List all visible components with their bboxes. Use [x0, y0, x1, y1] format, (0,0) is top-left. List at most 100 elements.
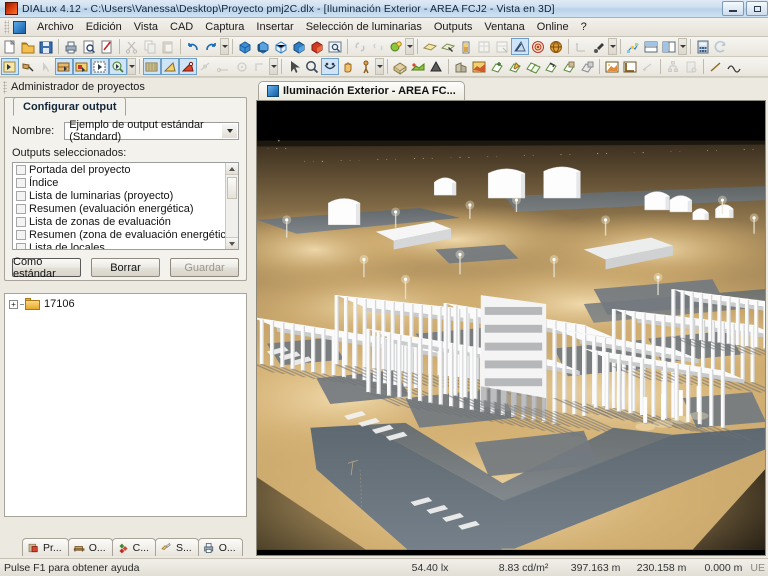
list-item[interactable]: Índice	[13, 176, 238, 189]
copy-surface-icon[interactable]	[524, 58, 542, 75]
corner-view-icon[interactable]	[254, 38, 272, 55]
surface-pick-icon[interactable]	[439, 38, 457, 55]
menu-captura[interactable]: Captura	[199, 19, 250, 36]
edit-surface-icon[interactable]	[506, 58, 524, 75]
isolines-icon[interactable]	[529, 38, 547, 55]
polyline-icon[interactable]	[725, 58, 743, 75]
building-icon[interactable]	[452, 58, 470, 75]
delete-surface-icon[interactable]	[578, 58, 596, 75]
clear-button[interactable]: Borrar	[91, 258, 160, 277]
split-vertical-icon[interactable]	[660, 38, 678, 55]
select-rect-icon[interactable]	[91, 58, 109, 75]
angle-snap-icon[interactable]	[161, 58, 179, 75]
particles-icon[interactable]	[624, 38, 642, 55]
render-view-icon[interactable]	[308, 38, 326, 55]
terrain-icon[interactable]	[409, 58, 427, 75]
toolbar-overflow-1[interactable]	[220, 38, 229, 55]
outputs-listbox[interactable]: Portada del proyecto Índice Lista de lumin…	[12, 162, 239, 250]
texture-icon[interactable]	[470, 58, 488, 75]
scroll-up-icon[interactable]	[226, 163, 238, 175]
checkbox-icon[interactable]	[16, 229, 26, 240]
restore-button[interactable]	[746, 1, 768, 16]
menu-grip[interactable]	[4, 20, 9, 34]
calculator-icon[interactable]	[694, 38, 712, 55]
pointer-icon[interactable]	[285, 58, 303, 75]
menu-edicion[interactable]: Edición	[80, 19, 128, 36]
pan-hand-icon[interactable]	[339, 58, 357, 75]
3d-viewport[interactable]	[256, 100, 766, 556]
list-item[interactable]: Lista de locales	[13, 241, 238, 249]
checkbox-icon[interactable]	[16, 177, 26, 188]
calc-light-icon[interactable]	[387, 38, 405, 55]
new-document-icon[interactable]	[1, 38, 19, 55]
output-name-select[interactable]: Ejemplo de output estándar (Standard)	[64, 119, 239, 143]
list-item[interactable]: Resumen (evaluación energética)	[13, 202, 238, 215]
surface-icon[interactable]	[421, 38, 439, 55]
select-zone-icon[interactable]	[73, 58, 91, 75]
zoom-icon[interactable]	[303, 58, 321, 75]
menu-seleccion-luminarias[interactable]: Selección de luminarias	[300, 19, 428, 36]
select-room-icon[interactable]	[55, 58, 73, 75]
print-icon[interactable]	[62, 38, 80, 55]
shaded-view-icon[interactable]	[290, 38, 308, 55]
list-item[interactable]: Lista de luminarias (proyecto)	[13, 189, 238, 202]
scroll-down-icon[interactable]	[226, 237, 238, 249]
panel-tab-2[interactable]: C...	[111, 538, 156, 556]
walk-icon[interactable]	[357, 58, 375, 75]
menu-archivo[interactable]: Archivo	[31, 19, 80, 36]
toolbar-overflow-4[interactable]	[678, 38, 687, 55]
toolbar-overflow-5[interactable]	[127, 58, 136, 75]
corner-plane-icon[interactable]	[621, 58, 639, 75]
select-magnify-icon[interactable]	[109, 58, 127, 75]
print-preview-icon[interactable]	[80, 38, 98, 55]
new-surface-icon[interactable]	[488, 58, 506, 75]
set-as-default-button[interactable]: Como estándar	[12, 256, 81, 280]
menu-ventana[interactable]: Ventana	[478, 19, 530, 36]
toolbar-overflow-7[interactable]	[375, 58, 384, 75]
save-disk-icon[interactable]	[37, 38, 55, 55]
image-plane-icon[interactable]	[603, 58, 621, 75]
checkbox-icon[interactable]	[16, 216, 26, 227]
checkbox-icon[interactable]	[16, 164, 26, 175]
flashlight-icon[interactable]	[590, 38, 608, 55]
checkbox-icon[interactable]	[16, 190, 26, 201]
minimize-button[interactable]	[722, 1, 744, 16]
zoom-window-icon[interactable]	[326, 38, 344, 55]
menu-help[interactable]: ?	[575, 19, 593, 36]
select-object-icon[interactable]	[1, 58, 19, 75]
document-tab-iluminacion-exterior[interactable]: Iluminación Exterior - AREA FC...	[258, 81, 465, 100]
open-folder-icon[interactable]	[19, 38, 37, 55]
rotate-view-icon[interactable]	[321, 58, 339, 75]
paste-surface-icon[interactable]	[560, 58, 578, 75]
move-surface-icon[interactable]	[542, 58, 560, 75]
redo-icon[interactable]	[202, 38, 220, 55]
wireframe-view-icon[interactable]	[272, 38, 290, 55]
globe-render-icon[interactable]	[547, 38, 565, 55]
pane-grip[interactable]	[3, 81, 7, 94]
select-luminaire-icon[interactable]	[19, 58, 37, 75]
menu-cad[interactable]: CAD	[164, 19, 199, 36]
expander-icon[interactable]: +	[9, 299, 18, 309]
solid-view-icon[interactable]	[236, 38, 254, 55]
split-horizontal-icon[interactable]	[642, 38, 660, 55]
toolbar-overflow-2[interactable]	[405, 38, 414, 55]
menu-vista[interactable]: Vista	[128, 19, 164, 36]
panel-tab-1[interactable]: O...	[67, 538, 113, 556]
checkbox-icon[interactable]	[16, 203, 26, 214]
toolbar-overflow-3[interactable]	[608, 38, 617, 55]
outputs-scrollbar[interactable]	[225, 163, 238, 249]
list-item[interactable]: Portada del proyecto	[13, 163, 238, 176]
cone-icon[interactable]	[427, 58, 445, 75]
object-snap-icon[interactable]	[179, 58, 197, 75]
3d-scene-night-industrial-site[interactable]	[257, 101, 765, 550]
grid-snap-icon[interactable]	[143, 58, 161, 75]
line-icon[interactable]	[707, 58, 725, 75]
project-tree[interactable]: + 17106	[4, 293, 247, 517]
checkbox-icon[interactable]	[16, 242, 26, 249]
panel-tab-0[interactable]: Pr...	[22, 538, 69, 556]
chevron-down-icon[interactable]	[222, 124, 237, 138]
undo-icon[interactable]	[184, 38, 202, 55]
room-icon[interactable]	[391, 58, 409, 75]
colorbar-icon[interactable]	[457, 38, 475, 55]
menu-online[interactable]: Online	[531, 19, 575, 36]
